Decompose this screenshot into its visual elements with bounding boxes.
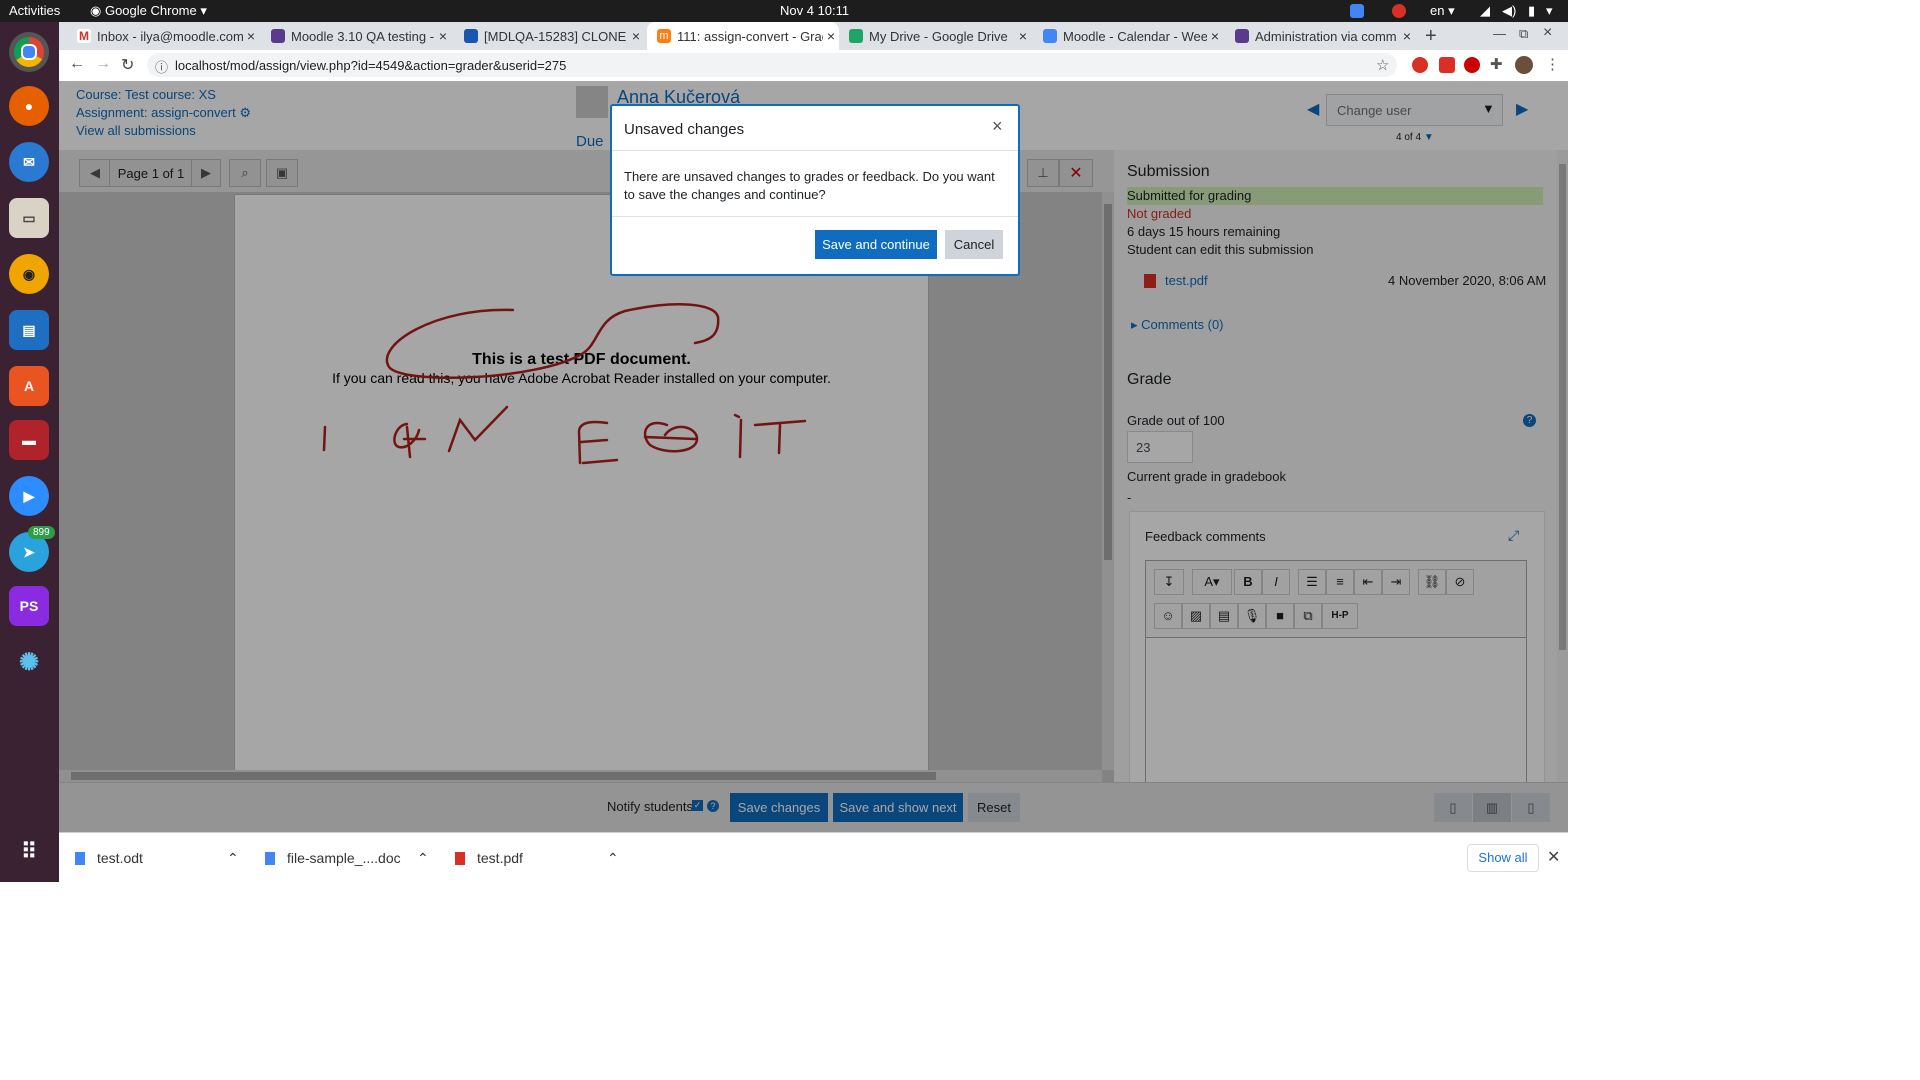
- chrome-app-menu[interactable]: ◉ Google Chrome ▾: [90, 3, 207, 19]
- chevron-up-icon[interactable]: ⌃: [607, 850, 619, 867]
- tab-assign-convert[interactable]: m 111: assign-convert - Grad ×: [647, 22, 839, 50]
- profile-avatar[interactable]: [1515, 56, 1533, 74]
- close-tab-icon[interactable]: ×: [435, 28, 451, 44]
- terminal-dock-icon[interactable]: ▬: [9, 420, 49, 460]
- forward-arrow-icon[interactable]: →: [95, 55, 111, 73]
- adblock-extension-icon[interactable]: [1412, 57, 1428, 73]
- thunderbird-dock-icon[interactable]: ✉: [9, 142, 49, 182]
- address-bar[interactable]: ⓘ localhost/mod/assign/view.php?id=4549&…: [147, 53, 1397, 77]
- system-menu-chevron-icon[interactable]: ▾: [1546, 3, 1553, 19]
- chrome-tab-strip: M Inbox - ilya@moodle.com × Moodle 3.10 QA…: [59, 22, 1568, 50]
- calendar-extension-icon[interactable]: [1439, 57, 1455, 73]
- tab-calendar[interactable]: Moodle - Calendar - Week ×: [1033, 22, 1223, 50]
- notification-tray-icon[interactable]: [1392, 4, 1406, 18]
- language-indicator[interactable]: en ▾: [1430, 3, 1455, 19]
- new-tab-button[interactable]: +: [1425, 25, 1437, 48]
- download-item[interactable]: test.odt ⌃: [75, 833, 250, 883]
- chrome-icon: ◉: [90, 3, 102, 18]
- close-tab-icon[interactable]: ×: [628, 28, 644, 44]
- document-icon: [265, 851, 275, 865]
- spiral-dock-icon[interactable]: ✺: [9, 642, 49, 682]
- firefox-dock-icon[interactable]: ●: [9, 86, 49, 126]
- show-apps-grid-icon[interactable]: ⠿: [9, 832, 49, 872]
- zoom-tray-icon[interactable]: [1350, 4, 1364, 18]
- pdf-file-icon: [455, 851, 465, 865]
- moodle-icon: m: [657, 29, 671, 43]
- extensions-puzzle-icon[interactable]: ✚: [1490, 55, 1503, 73]
- show-all-downloads-button[interactable]: Show all: [1467, 844, 1539, 872]
- close-tab-icon[interactable]: ×: [243, 28, 259, 44]
- chrome-dock-icon[interactable]: [9, 32, 49, 72]
- chrome-menu-icon[interactable]: ⋮: [1545, 55, 1560, 73]
- software-dock-icon[interactable]: A: [9, 366, 49, 406]
- moodle-tracker-icon: [1235, 29, 1249, 43]
- dialog-message: There are unsaved changes to grades or f…: [624, 169, 995, 202]
- system-top-bar: Activities ◉ Google Chrome ▾ Nov 4 10:11…: [0, 0, 1568, 22]
- close-tab-icon[interactable]: ×: [1207, 28, 1223, 44]
- moodle-tracker-icon: [271, 29, 285, 43]
- telegram-badge: 899: [28, 526, 55, 539]
- save-and-continue-button[interactable]: Save and continue: [815, 230, 937, 259]
- close-tab-icon[interactable]: ×: [1399, 28, 1415, 44]
- chrome-toolbar: ← → ↻ ⓘ localhost/mod/assign/view.php?id…: [59, 50, 1568, 82]
- close-window-icon[interactable]: ×: [1543, 24, 1552, 42]
- download-item[interactable]: file-sample_....doc ⌃: [265, 833, 440, 883]
- tab-administration[interactable]: Administration via comm ×: [1225, 22, 1415, 50]
- volume-icon[interactable]: ◀): [1502, 3, 1516, 19]
- record-extension-icon[interactable]: [1464, 57, 1480, 73]
- maximize-window-icon[interactable]: ⧉: [1519, 26, 1528, 42]
- download-item[interactable]: test.pdf ⌃: [455, 833, 630, 883]
- zoom-dock-icon[interactable]: ▶: [9, 476, 49, 516]
- close-tab-icon[interactable]: ×: [1015, 28, 1031, 44]
- download-bar: test.odt ⌃ file-sample_....doc ⌃ test.pdf ⌃…: [59, 832, 1568, 883]
- chevron-up-icon[interactable]: ⌃: [417, 850, 429, 867]
- calendar-icon: [1043, 29, 1057, 43]
- ubuntu-dock: ● ✉ ▭ ◉ ▤ A ▬ ▶ ➤ 899 PS ✺ ⠿: [0, 22, 59, 882]
- url-text: localhost/mod/assign/view.php?id=4549&ac…: [175, 58, 567, 73]
- tab-gmail[interactable]: M Inbox - ilya@moodle.com ×: [67, 22, 259, 50]
- wifi-icon[interactable]: ◢: [1480, 3, 1490, 19]
- unsaved-changes-dialog: Unsaved changes × There are unsaved chan…: [610, 104, 1020, 276]
- dialog-divider: [612, 150, 1018, 151]
- drive-icon: [849, 29, 863, 43]
- reload-icon[interactable]: ↻: [121, 55, 134, 75]
- document-icon: [75, 851, 85, 865]
- tracker-icon: [464, 29, 478, 43]
- dialog-title: Unsaved changes: [624, 121, 745, 138]
- battery-icon[interactable]: ▮: [1528, 3, 1535, 19]
- close-tab-icon[interactable]: ×: [823, 28, 839, 44]
- clock[interactable]: Nov 4 10:11: [780, 3, 849, 18]
- tab-mdlqa[interactable]: [MDLQA-15283] CLONE - A×: [454, 22, 644, 50]
- cancel-button[interactable]: Cancel: [945, 230, 1003, 259]
- tab-google-drive[interactable]: My Drive - Google Drive ×: [839, 22, 1031, 50]
- activities-button[interactable]: Activities: [9, 3, 60, 18]
- info-icon[interactable]: ⓘ: [155, 57, 168, 76]
- minimize-window-icon[interactable]: —: [1493, 26, 1506, 41]
- tab-moodle-qa[interactable]: Moodle 3.10 QA testing - F ×: [261, 22, 451, 50]
- close-dialog-icon[interactable]: ×: [992, 116, 1003, 137]
- phpstorm-dock-icon[interactable]: PS: [9, 586, 49, 626]
- close-download-bar-icon[interactable]: ✕: [1547, 847, 1560, 867]
- gmail-icon: M: [77, 29, 91, 43]
- rhythmbox-dock-icon[interactable]: ◉: [9, 254, 49, 294]
- dialog-divider: [612, 216, 1018, 217]
- chevron-up-icon[interactable]: ⌃: [227, 850, 239, 867]
- back-arrow-icon[interactable]: ←: [69, 55, 85, 73]
- bookmark-star-icon[interactable]: ☆: [1376, 56, 1389, 74]
- files-dock-icon[interactable]: ▭: [9, 198, 49, 238]
- writer-dock-icon[interactable]: ▤: [9, 310, 49, 350]
